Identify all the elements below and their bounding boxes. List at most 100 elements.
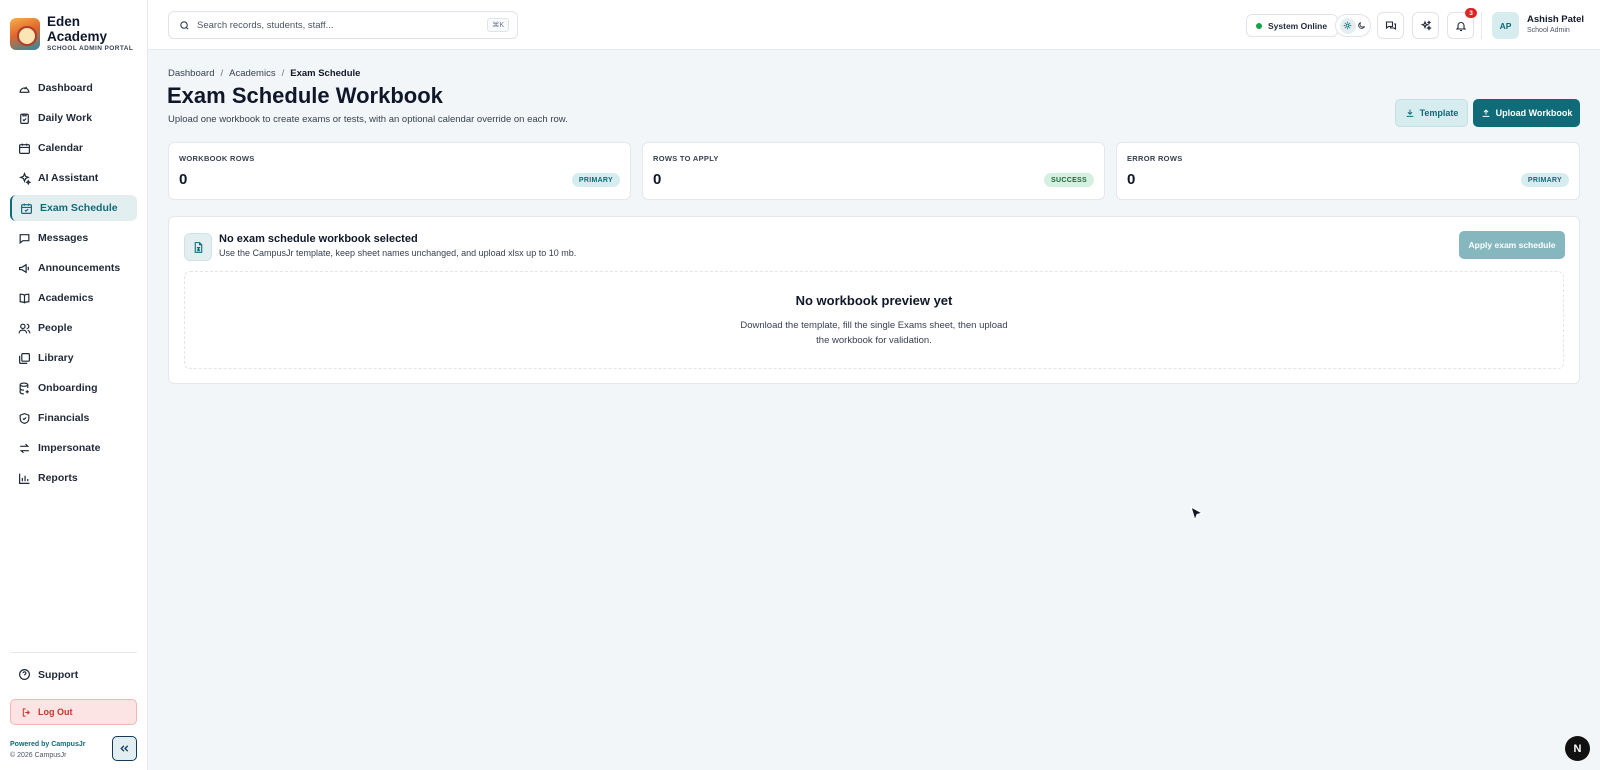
stat-card-error-rows: ERROR ROWS 0 PRIMARY (1116, 142, 1580, 200)
notifications-button[interactable]: 3 (1447, 8, 1477, 39)
sidebar-item-announcements[interactable]: Announcements (10, 255, 137, 281)
sidebar-item-reports[interactable]: Reports (10, 465, 137, 491)
help-circle-icon (19, 669, 30, 680)
sun-icon[interactable] (1339, 17, 1356, 34)
sidebar-item-label: Announcements (38, 262, 121, 274)
notification-count-badge: 3 (1465, 8, 1477, 18)
megaphone-icon (18, 262, 31, 275)
page-subtitle: Upload one workbook to create exams or t… (168, 114, 568, 125)
upload-workbook-button[interactable]: Upload Workbook (1473, 99, 1580, 127)
sidebar-item-library[interactable]: Library (10, 345, 137, 371)
chat-icon (1385, 20, 1396, 30)
bar-chart-icon (18, 472, 31, 485)
book-icon (18, 292, 31, 305)
chevrons-left-icon (120, 745, 129, 752)
workbook-preview-empty-state: No workbook preview yet Download the tem… (184, 271, 1564, 369)
collapse-sidebar-button[interactable] (112, 736, 137, 761)
stat-tag: PRIMARY (571, 173, 620, 187)
ai-sparkles-button[interactable] (1412, 12, 1439, 39)
sidebar-nav: Dashboard Daily Work Calendar AI Assista… (10, 75, 137, 495)
upload-icon (1482, 109, 1489, 117)
school-logo (10, 18, 40, 50)
sidebar-item-label: Financials (38, 412, 90, 424)
sidebar-item-messages[interactable]: Messages (10, 225, 137, 251)
user-name[interactable]: Ashish Patel (1527, 14, 1584, 25)
sidebar-item-label: Academics (38, 292, 94, 304)
breadcrumb-academics[interactable]: Academics (229, 68, 275, 79)
empty-state-title: No workbook preview yet (795, 293, 953, 308)
sidebar-item-label: Reports (38, 472, 78, 484)
stat-value: 0 (653, 171, 662, 188)
status-label: System Online (1268, 20, 1328, 31)
support-link[interactable]: Support (18, 668, 78, 681)
brand-text: Eden Academy SCHOOL ADMIN PORTAL (47, 14, 133, 52)
stat-value: 0 (1127, 171, 1136, 188)
page-title: Exam Schedule Workbook (167, 83, 443, 108)
swap-icon (18, 442, 31, 455)
sidebar-item-label: Library (38, 352, 74, 364)
message-icon (18, 232, 31, 245)
sparkles-icon (18, 171, 31, 185)
panel-subtitle: Use the CampusJr template, keep sheet na… (219, 248, 577, 258)
shield-icon (18, 412, 31, 425)
breadcrumb-dashboard[interactable]: Dashboard (168, 68, 214, 79)
brand[interactable]: Eden Academy SCHOOL ADMIN PORTAL (10, 14, 133, 52)
logout-icon (22, 707, 30, 717)
sidebar-item-calendar[interactable]: Calendar (10, 135, 137, 161)
sidebar-item-label: People (38, 322, 73, 334)
sidebar-item-impersonate[interactable]: Impersonate (10, 435, 137, 461)
avatar[interactable]: AP (1492, 12, 1519, 39)
template-button-label: Template (1419, 108, 1459, 118)
sidebar-item-exam-schedule[interactable]: Exam Schedule (10, 195, 137, 221)
stat-label: ERROR ROWS (1127, 154, 1183, 163)
sidebar-item-onboarding[interactable]: Onboarding (10, 375, 137, 401)
calendar-check-icon (20, 202, 33, 215)
sidebar-item-people[interactable]: People (10, 315, 137, 341)
download-icon (1406, 109, 1413, 117)
brand-name: Eden Academy (47, 14, 108, 44)
logout-button[interactable]: Log Out (10, 699, 137, 725)
database-icon (18, 381, 31, 395)
search-shortcut-hint: ⌘K (487, 18, 509, 32)
logout-label: Log Out (38, 707, 73, 717)
sidebar-item-ai-assistant[interactable]: AI Assistant (10, 165, 137, 191)
workbook-panel: No exam schedule workbook selected Use t… (168, 216, 1580, 384)
empty-state-text: Download the template, fill the single E… (740, 320, 1008, 346)
stat-label: ROWS TO APPLY (653, 154, 719, 163)
powered-by-link[interactable]: Powered by CampusJr (10, 741, 85, 748)
stat-value: 0 (179, 171, 188, 188)
spreadsheet-file-icon (184, 233, 212, 261)
sidebar: Eden Academy SCHOOL ADMIN PORTAL Dashboa… (0, 0, 148, 770)
panel-title: No exam schedule workbook selected (219, 233, 418, 245)
chat-button[interactable] (1377, 12, 1404, 39)
stat-tag: PRIMARY (1520, 173, 1569, 187)
sidebar-item-dashboard[interactable]: Dashboard (10, 75, 137, 101)
calendar-icon (18, 142, 31, 155)
sidebar-divider (10, 652, 137, 653)
support-label: Support (38, 668, 79, 681)
sidebar-item-daily-work[interactable]: Daily Work (10, 105, 137, 131)
sidebar-item-academics[interactable]: Academics (10, 285, 137, 311)
breadcrumb-current: Exam Schedule (290, 68, 361, 79)
stat-label: WORKBOOK ROWS (179, 154, 255, 163)
library-icon (18, 352, 31, 365)
dev-tools-badge[interactable]: N (1565, 736, 1590, 761)
moon-icon[interactable] (1357, 17, 1366, 35)
download-template-button[interactable]: Template (1395, 99, 1468, 127)
sidebar-item-label: AI Assistant (38, 172, 99, 184)
stat-card-workbook-rows: WORKBOOK ROWS 0 PRIMARY (168, 142, 631, 200)
apply-exam-schedule-button[interactable]: Apply exam schedule (1459, 231, 1565, 259)
breadcrumb-separator: / (281, 68, 285, 79)
theme-toggle[interactable] (1335, 14, 1371, 37)
sidebar-item-label: Onboarding (38, 382, 98, 394)
dashboard-icon (18, 82, 31, 95)
sidebar-item-financials[interactable]: Financials (10, 405, 137, 431)
sidebar-item-label: Daily Work (38, 112, 93, 124)
search-box[interactable]: ⌘K (168, 11, 518, 39)
upload-button-label: Upload Workbook (1495, 108, 1573, 118)
breadcrumb: Dashboard / Academics / Exam Schedule (168, 68, 360, 79)
topbar-divider (1481, 12, 1482, 39)
breadcrumb-separator: / (220, 68, 224, 79)
copyright-text: © 2026 CampusJr (10, 752, 67, 759)
search-input[interactable] (197, 19, 477, 31)
